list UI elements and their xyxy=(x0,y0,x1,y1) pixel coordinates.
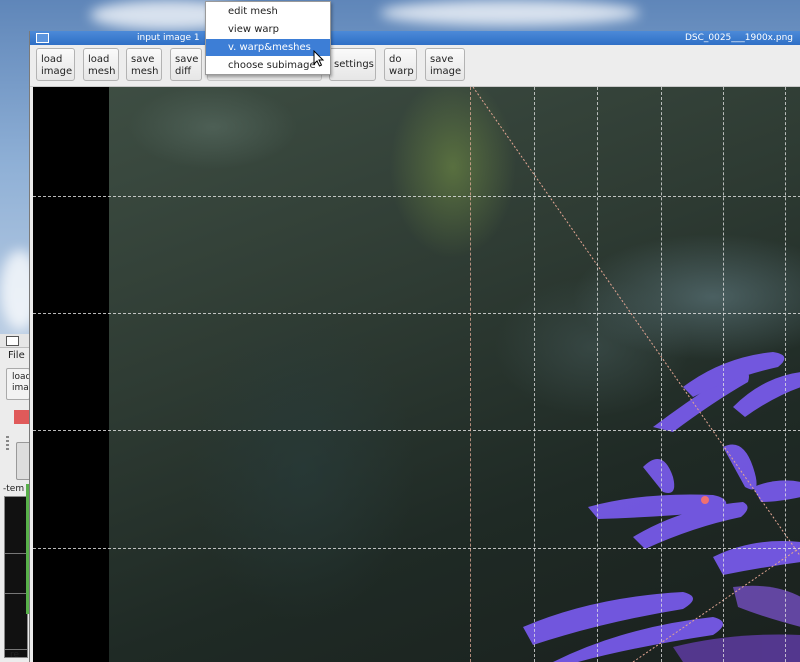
main-window-titlebar[interactable]: input image 1 DSC_0025___1900x.png xyxy=(30,31,800,45)
menu-item-view-warp[interactable]: view warp xyxy=(206,21,330,38)
mesh-line xyxy=(723,87,724,662)
save-diff-button[interactable]: save diff xyxy=(170,48,202,81)
mesh-line xyxy=(33,430,800,431)
toolbar-grip-icon[interactable] xyxy=(6,436,9,450)
save-image-button[interactable]: save image xyxy=(425,48,465,81)
load-image-button[interactable]: load image xyxy=(36,48,75,81)
mesh-line xyxy=(597,87,598,662)
mesh-line xyxy=(33,196,800,197)
background-window: File load ima -tem re xyxy=(0,334,32,662)
mesh-line xyxy=(33,548,800,549)
menu-item-choose-subimage[interactable]: choose subimage xyxy=(206,57,330,74)
mesh-line xyxy=(785,87,786,662)
bottom-label-partial: re xyxy=(10,650,20,660)
mesh-line xyxy=(470,87,471,662)
menu-file[interactable]: File xyxy=(0,348,30,364)
window-filename: DSC_0025___1900x.png xyxy=(684,33,793,43)
menu-item-edit-mesh[interactable]: edit mesh xyxy=(206,3,330,20)
background-window-titlebar xyxy=(0,334,30,348)
toolbar: load image load mesh save mesh save diff… xyxy=(30,45,800,87)
mesh-line xyxy=(534,87,535,662)
preview-panel xyxy=(4,496,28,658)
menu-item-view-warp-meshes[interactable]: v. warp&meshes xyxy=(206,39,330,56)
mesh-line xyxy=(661,87,662,662)
do-warp-button[interactable]: do warp xyxy=(384,48,417,81)
stop-icon[interactable] xyxy=(14,410,30,424)
main-window: input image 1 DSC_0025___1900x.png load … xyxy=(29,31,800,662)
cloud xyxy=(380,0,640,26)
load-mesh-button[interactable]: load mesh xyxy=(83,48,119,81)
save-mesh-button[interactable]: save mesh xyxy=(126,48,162,81)
load-image-button-partial[interactable]: load ima xyxy=(6,368,30,400)
panel-label-partial: -tem xyxy=(3,484,25,494)
window-title: input image 1 xyxy=(137,33,200,43)
mesh-control-point[interactable] xyxy=(701,496,709,504)
image-canvas[interactable] xyxy=(33,87,800,662)
window-menu-icon[interactable] xyxy=(6,336,19,346)
settings-button[interactable]: settings xyxy=(329,48,376,81)
mesh-line xyxy=(33,313,800,314)
window-menu-icon[interactable] xyxy=(36,33,49,43)
mouse-cursor-icon xyxy=(313,50,325,67)
flower-image xyxy=(472,87,800,662)
